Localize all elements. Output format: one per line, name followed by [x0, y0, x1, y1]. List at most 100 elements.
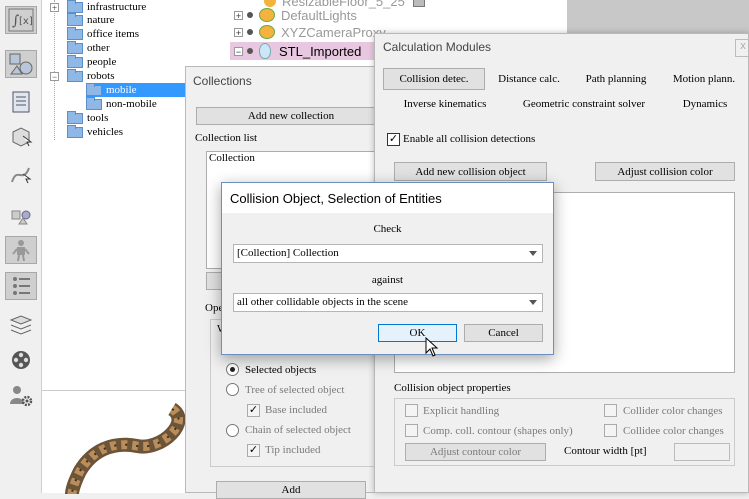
- scene-item[interactable]: + XYZCameraProxy: [234, 25, 386, 40]
- collection-list-button[interactable]: [206, 272, 222, 290]
- tree-item-label: vehicles: [87, 126, 124, 138]
- tree-item[interactable]: people: [67, 54, 117, 69]
- chevron-down-icon: [529, 300, 537, 305]
- tip-included-label: Tip included: [265, 444, 321, 456]
- radio-tree-selected-label: Tree of selected object: [245, 384, 345, 396]
- folder-icon: [67, 54, 83, 68]
- folder-icon: [67, 26, 83, 40]
- tip-included-checkbox[interactable]: ✓: [247, 444, 260, 457]
- tree-item[interactable]: + infrastructure: [50, 0, 146, 14]
- dummy-object-icon: [259, 25, 275, 39]
- close-button[interactable]: x: [735, 39, 749, 57]
- scene-item-label: DefaultLights: [281, 7, 357, 23]
- folder-icon: [67, 0, 83, 13]
- folder-icon: [86, 82, 102, 96]
- tree-item[interactable]: non-mobile: [86, 96, 157, 111]
- add-button[interactable]: Add: [216, 481, 366, 499]
- dialog-title: Collections: [193, 74, 252, 88]
- visibility-dot-icon[interactable]: [247, 29, 253, 35]
- shape-icon: [259, 43, 271, 59]
- expand-icon[interactable]: +: [234, 10, 243, 20]
- enable-all-collision-checkbox[interactable]: ✓: [387, 133, 400, 146]
- tree-item[interactable]: tools: [67, 110, 108, 125]
- scripts-icon[interactable]: [5, 88, 37, 116]
- collidee-color-changes-checkbox[interactable]: [604, 424, 617, 437]
- visibility-dot-icon[interactable]: [247, 12, 253, 18]
- expand-icon[interactable]: +: [50, 2, 59, 12]
- tree-item[interactable]: other: [67, 40, 110, 55]
- tree-item-label: office items: [87, 28, 140, 40]
- tab-collision-detection[interactable]: Collision detec.: [383, 68, 485, 90]
- expand-icon[interactable]: +: [234, 27, 243, 37]
- against-entity-select[interactable]: all other collidable objects in the scen…: [233, 293, 543, 312]
- tree-item[interactable]: nature: [67, 12, 115, 27]
- visibility-dot-icon[interactable]: [247, 48, 253, 54]
- script-icon[interactable]: [412, 0, 425, 7]
- explicit-handling-checkbox[interactable]: [405, 404, 418, 417]
- dummy-object-icon: [259, 8, 275, 22]
- collider-color-changes-checkbox[interactable]: [604, 404, 617, 417]
- collection-list-item[interactable]: Collection: [209, 152, 255, 164]
- calculation-modules-icon[interactable]: ∫ [x]: [5, 6, 37, 34]
- comp-coll-contour-label: Comp. coll. contour (shapes only): [423, 425, 573, 437]
- tree-item-label: nature: [87, 14, 115, 26]
- main-toolbar: ∫ [x]: [0, 0, 42, 493]
- collision-selection-modal: Collision Object, Selection of Entities …: [221, 182, 554, 355]
- model-browser-icon[interactable]: [5, 200, 37, 228]
- check-label: Check: [373, 223, 402, 235]
- tree-item-label: robots: [87, 70, 115, 82]
- adjust-contour-color-button[interactable]: Adjust contour color: [405, 443, 546, 461]
- scene-item-label: STL_Imported: [279, 43, 362, 59]
- collapse-icon[interactable]: −: [234, 46, 243, 56]
- radio-selected-objects[interactable]: [226, 363, 239, 376]
- ok-button[interactable]: OK: [378, 324, 457, 342]
- chevron-down-icon: [529, 251, 537, 256]
- add-new-collection-button[interactable]: Add new collection: [196, 107, 386, 125]
- tab-inverse-kinematics[interactable]: Inverse kinematics: [395, 93, 495, 115]
- list-icon[interactable]: [5, 272, 37, 300]
- shape-edit-icon[interactable]: [5, 122, 37, 150]
- base-included-checkbox[interactable]: ✓: [247, 404, 260, 417]
- video-recorder-icon[interactable]: [5, 346, 37, 374]
- against-entity-value: all other collidable objects in the scen…: [237, 296, 409, 308]
- tree-item[interactable]: office items: [67, 26, 140, 41]
- tree-item-label: infrastructure: [87, 1, 147, 13]
- path-edit-icon[interactable]: [5, 160, 37, 188]
- check-entity-select[interactable]: [Collection] Collection: [233, 244, 543, 263]
- user-settings-icon[interactable]: [5, 382, 37, 410]
- folder-icon: [67, 12, 83, 26]
- adjust-collision-color-button[interactable]: Adjust collision color: [595, 162, 735, 181]
- cancel-button[interactable]: Cancel: [464, 324, 543, 342]
- collection-list-label: Collection list: [195, 132, 258, 144]
- collapse-icon[interactable]: −: [50, 71, 59, 81]
- scene-item[interactable]: + DefaultLights: [234, 7, 357, 23]
- robot-icon[interactable]: [5, 236, 37, 264]
- layers-icon[interactable]: [5, 310, 37, 338]
- collider-color-changes-label: Collider color changes: [623, 405, 723, 417]
- radio-chain-selected[interactable]: [226, 424, 239, 437]
- collidee-color-changes-label: Collidee color changes: [623, 425, 724, 437]
- contour-width-label: Contour width [pt]: [564, 445, 647, 457]
- folder-icon: [67, 40, 83, 54]
- comp-coll-contour-checkbox[interactable]: [405, 424, 418, 437]
- tab-dynamics[interactable]: Dynamics: [675, 93, 735, 115]
- base-included-label: Base included: [265, 404, 328, 416]
- modal-title: Collision Object, Selection of Entities: [230, 191, 442, 206]
- add-new-collision-object-button[interactable]: Add new collision object: [394, 162, 547, 181]
- collections-icon[interactable]: [5, 50, 37, 78]
- tree-item-label: people: [87, 56, 117, 68]
- tab-geometric-constraint-solver[interactable]: Geometric constraint solver: [517, 93, 651, 115]
- model-preview: [42, 390, 187, 495]
- radio-tree-selected[interactable]: [226, 383, 239, 396]
- folder-icon: [67, 68, 83, 82]
- folder-icon: [86, 96, 102, 110]
- tab-distance-calculation[interactable]: Distance calc.: [490, 68, 568, 90]
- tab-path-planning[interactable]: Path planning: [577, 68, 655, 90]
- tab-motion-planning[interactable]: Motion plann.: [663, 68, 745, 90]
- tree-item-label: non-mobile: [106, 98, 157, 110]
- check-entity-value: [Collection] Collection: [237, 247, 339, 259]
- tree-item[interactable]: − robots: [50, 68, 115, 83]
- tree-item[interactable]: vehicles: [67, 124, 124, 139]
- contour-width-input[interactable]: [674, 443, 730, 461]
- tree-item-label: mobile: [106, 84, 137, 96]
